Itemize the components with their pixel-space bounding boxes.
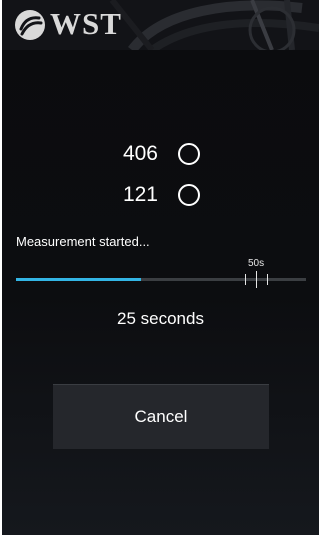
measurement-status: Measurement started... (16, 234, 150, 249)
app-header: WST (2, 0, 319, 50)
measurement-progress-bar (16, 271, 306, 288)
cancel-button[interactable]: Cancel (53, 384, 269, 449)
progress-tick-label: 50s (248, 258, 265, 269)
reading-row-2: 121 (110, 181, 210, 209)
circle-outline-icon (178, 184, 200, 206)
elapsed-time: 25 seconds (117, 309, 204, 328)
reading-row-1: 406 (110, 140, 210, 168)
app-screen: WST 406 121 Measurement started... 50s 2… (2, 0, 319, 535)
wst-swirl-logo-icon (15, 10, 45, 40)
progress-fill (16, 278, 141, 281)
cancel-button-label: Cancel (134, 407, 188, 426)
reading-value: 121 (122, 183, 158, 206)
progress-tick (267, 274, 268, 285)
progress-tick-major (256, 271, 257, 288)
progress-tick (245, 274, 246, 285)
reading-value: 406 (122, 142, 158, 165)
brand-wordmark: WST (50, 6, 122, 41)
circle-outline-icon (178, 143, 200, 165)
